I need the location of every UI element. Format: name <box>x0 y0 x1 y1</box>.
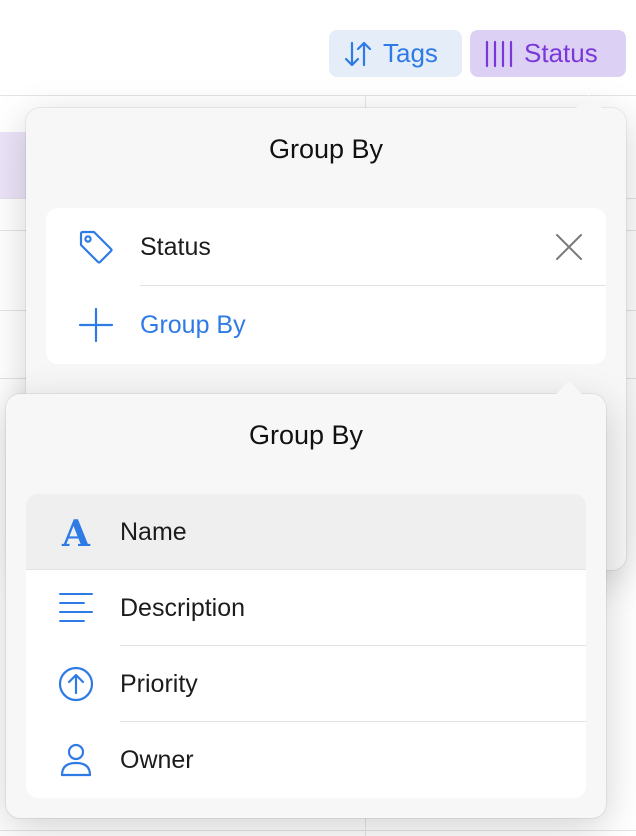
close-icon[interactable] <box>554 232 584 262</box>
field-item-name[interactable]: A Name <box>26 494 586 570</box>
group-row-status[interactable]: Status <box>46 208 606 286</box>
status-label: Status <box>524 38 598 68</box>
columns-icon <box>485 40 513 67</box>
field-item-label: Name <box>120 517 187 546</box>
plus-icon <box>76 305 116 345</box>
tag-icon <box>76 227 116 267</box>
group-list-card: Status Group By <box>46 208 606 364</box>
field-item-label: Owner <box>120 745 194 774</box>
toolbar-divider <box>0 95 636 96</box>
add-group-label: Group By <box>140 310 246 339</box>
group-by-field-picker: Group By A Name Description Priority Own… <box>6 381 606 818</box>
person-icon <box>56 740 96 780</box>
svg-text:A: A <box>61 513 91 552</box>
group-row-label: Status <box>140 232 211 261</box>
field-item-label: Description <box>120 593 246 622</box>
field-item-description[interactable]: Description <box>26 570 586 646</box>
add-group-button[interactable]: Group By <box>46 286 606 364</box>
tags-label: Tags <box>383 38 438 68</box>
popover-title: Group By <box>248 420 364 450</box>
popover-arrow <box>555 381 583 395</box>
field-list-card: A Name Description Priority Owner <box>26 494 586 798</box>
status-group-button[interactable]: Status <box>470 30 626 77</box>
popover-title: Group By <box>268 134 384 164</box>
tags-sort-button[interactable]: Tags <box>329 30 462 77</box>
field-item-priority[interactable]: Priority <box>26 646 586 722</box>
table-row-divider <box>0 830 636 831</box>
arrow-up-circle-icon <box>56 664 96 704</box>
field-item-label: Priority <box>120 669 198 698</box>
field-item-owner[interactable]: Owner <box>26 722 586 798</box>
sort-arrows-icon <box>344 41 372 66</box>
text-format-icon: A <box>56 512 96 552</box>
popover-arrow <box>575 95 603 109</box>
text-lines-icon <box>56 588 96 628</box>
